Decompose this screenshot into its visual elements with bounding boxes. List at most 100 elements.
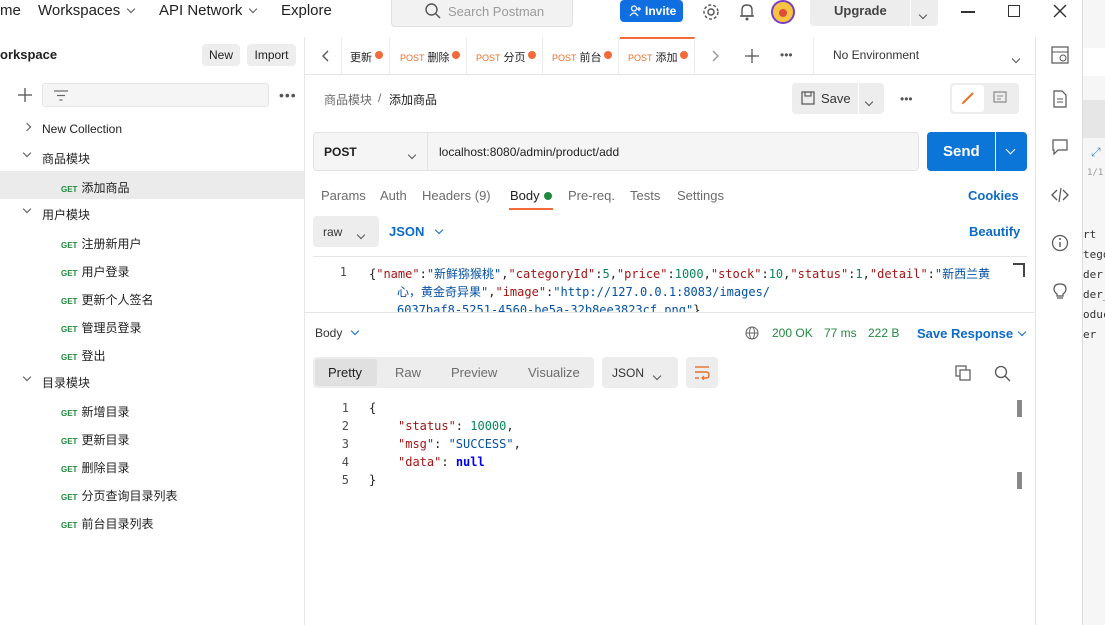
breadcrumb-parent[interactable]: 商品模块 [324, 91, 372, 108]
import-button[interactable]: Import [247, 44, 296, 66]
tab-tests[interactable]: Tests [630, 188, 660, 203]
tab-settings[interactable]: Settings [677, 188, 724, 203]
tab-body[interactable]: Body [510, 188, 540, 203]
response-body-viewer[interactable]: 1 2 3 4 5 { "status": 10000, "msg": "SUC… [313, 399, 1027, 494]
response-body-toggle[interactable]: Body [315, 326, 360, 340]
request-update-category[interactable]: GET 更新目录 [0, 423, 304, 451]
unsaved-dot [375, 51, 383, 59]
request-body-editor[interactable]: 1 {"name":"新鲜猕猴桃","categoryId":5,"price"… [313, 256, 1027, 312]
globe-icon[interactable] [745, 326, 759, 340]
request-delete-category[interactable]: GET 删除目录 [0, 451, 304, 479]
tab-front[interactable]: POST 前台 [544, 37, 619, 74]
gear-icon[interactable] [701, 2, 721, 22]
request-add-product[interactable]: GET 添加商品 [0, 171, 304, 199]
cookies-link[interactable]: Cookies [968, 188, 1019, 203]
response-time[interactable]: 77 ms [824, 326, 857, 340]
code-icon[interactable] [1051, 186, 1069, 204]
tab-headers[interactable]: Headers (9) [422, 188, 491, 203]
chevron-left-icon[interactable] [321, 50, 329, 62]
folder-category[interactable]: 目录模块 [0, 367, 304, 395]
request-front-category[interactable]: GET 前台目录列表 [0, 507, 304, 535]
unsaved-dot [680, 51, 688, 59]
tab-update[interactable]: 更新 [345, 37, 390, 74]
copy-icon[interactable] [955, 365, 971, 381]
bell-icon[interactable] [738, 2, 756, 22]
invite-button[interactable]: Invite [620, 0, 683, 22]
request-admin-login[interactable]: GET 管理员登录 [0, 311, 304, 339]
scrollbar-thumb[interactable] [1017, 472, 1022, 489]
close-icon[interactable] [1052, 3, 1068, 19]
wrap-lines-button[interactable] [686, 357, 718, 388]
nav-home[interactable]: me [0, 2, 21, 19]
plus-icon[interactable] [745, 49, 759, 63]
chevron-down-icon[interactable] [918, 10, 928, 20]
chevron-down-icon[interactable] [1011, 54, 1021, 64]
comment-icon[interactable] [993, 91, 1007, 105]
tab-auth[interactable]: Auth [380, 188, 407, 203]
json-key: "detail" [869, 267, 928, 281]
document-icon[interactable] [1051, 90, 1069, 108]
send-options-button[interactable] [996, 132, 1027, 171]
environment-quicklook-icon[interactable] [1051, 46, 1069, 64]
environment-selector[interactable]: No Environment [833, 48, 919, 62]
nav-api-network[interactable]: API Network [159, 2, 258, 19]
beautify-button[interactable]: Beautify [969, 224, 1020, 239]
body-format-select[interactable]: JSON [389, 224, 444, 239]
info-icon[interactable] [1051, 234, 1069, 252]
tab-preview[interactable]: Preview [451, 365, 497, 380]
folder-product[interactable]: 商品模块 [0, 143, 304, 171]
save-options-button[interactable] [859, 83, 884, 114]
response-size[interactable]: 222 B [868, 326, 899, 340]
breadcrumb-current[interactable]: 添加商品 [389, 91, 437, 108]
url-input[interactable]: localhost:8080/admin/product/add [428, 132, 919, 171]
tab-visualize[interactable]: Visualize [528, 365, 580, 380]
upgrade-button[interactable]: Upgrade [810, 0, 938, 26]
request-logout[interactable]: GET 登出 [0, 339, 304, 367]
chevron-right-icon[interactable] [712, 50, 720, 62]
tab-pretty[interactable]: Pretty [315, 359, 377, 386]
scrollbar-thumb[interactable] [1017, 400, 1022, 417]
request-login[interactable]: GET 用户登录 [0, 255, 304, 283]
nav-api-network-label: API Network [159, 2, 243, 19]
nav-workspaces[interactable]: Workspaces [38, 2, 136, 19]
collection-new[interactable]: New Collection [0, 115, 304, 143]
comment-icon[interactable] [1051, 138, 1069, 156]
plus-icon[interactable] [18, 88, 32, 102]
tab-page[interactable]: POST 分页 [468, 37, 543, 74]
more-options-icon[interactable]: ••• [900, 92, 913, 106]
request-list-category[interactable]: GET 分页查询目录列表 [0, 479, 304, 507]
filter-input[interactable] [42, 83, 269, 107]
more-options-icon[interactable]: ••• [279, 87, 297, 103]
send-button[interactable]: Send [927, 132, 995, 171]
response-status[interactable]: 200 OK [772, 326, 813, 340]
tab-raw[interactable]: Raw [395, 365, 421, 380]
search-input[interactable]: Search Postman [391, 0, 573, 27]
body-mode-select[interactable]: raw [313, 216, 379, 247]
tab-delete[interactable]: POST 删除 [392, 37, 467, 74]
lightbulb-icon[interactable] [1051, 282, 1069, 300]
tab-prereq[interactable]: Pre-req. [568, 188, 615, 203]
nav-explore[interactable]: Explore [281, 2, 332, 19]
minimize-icon[interactable] [961, 11, 975, 13]
more-options-icon[interactable]: ••• [780, 48, 793, 62]
scrollbar-top[interactable] [1013, 263, 1025, 277]
request-register[interactable]: GET 注册新用户 [0, 227, 304, 255]
chevron-down-icon [249, 4, 258, 14]
save-button[interactable]: Save [792, 83, 858, 114]
save-response-button[interactable]: Save Response [917, 326, 1027, 341]
tab-params[interactable]: Params [321, 188, 366, 203]
maximize-icon[interactable] [1008, 5, 1020, 17]
tab-add-product[interactable]: POST 添加 [620, 37, 695, 74]
method-badge: GET [61, 465, 78, 474]
request-add-category[interactable]: GET 新增目录 [0, 395, 304, 423]
search-icon[interactable] [994, 365, 1011, 382]
new-button[interactable]: New [202, 44, 240, 66]
edit-mode-button[interactable] [952, 85, 984, 112]
save-icon [801, 91, 815, 105]
request-update-signature[interactable]: GET 更新个人签名 [0, 283, 304, 311]
response-format-select[interactable]: JSON [602, 357, 678, 388]
avatar[interactable] [771, 0, 795, 24]
folder-user[interactable]: 用户模块 [0, 199, 304, 227]
pane-divider[interactable] [305, 312, 1035, 313]
method-select[interactable]: POST [313, 132, 428, 171]
